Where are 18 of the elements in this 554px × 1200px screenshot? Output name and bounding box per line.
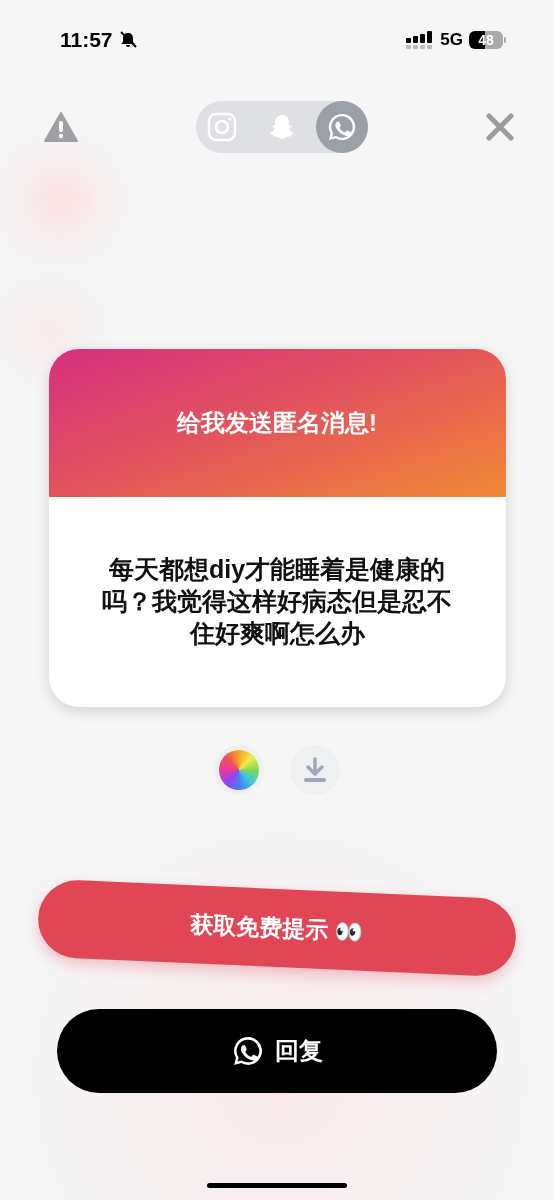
hint-button[interactable]: 获取免费提示 👀 [36, 878, 518, 978]
warning-icon[interactable] [44, 112, 78, 142]
card-title: 给我发送匿名消息! [177, 408, 377, 438]
share-target-tab[interactable] [316, 101, 368, 153]
message-text: 每天都想diy才能睡着是健康的吗？我觉得这样好病态但是忍不住好爽啊怎么办 [101, 554, 453, 649]
chat-phone-icon [326, 111, 358, 143]
camera-icon [207, 112, 237, 142]
muted-bell-icon [118, 31, 137, 49]
network-label: 5G [440, 30, 463, 50]
close-icon[interactable] [486, 113, 514, 141]
download-icon [303, 757, 327, 783]
status-time: 11:57 [60, 28, 113, 52]
signal-icon [406, 30, 435, 50]
ghost-icon [268, 113, 296, 141]
chat-phone-icon [231, 1034, 265, 1068]
reply-button[interactable]: 回复 [57, 1009, 497, 1093]
color-button[interactable] [214, 745, 264, 795]
download-button[interactable] [290, 745, 340, 795]
